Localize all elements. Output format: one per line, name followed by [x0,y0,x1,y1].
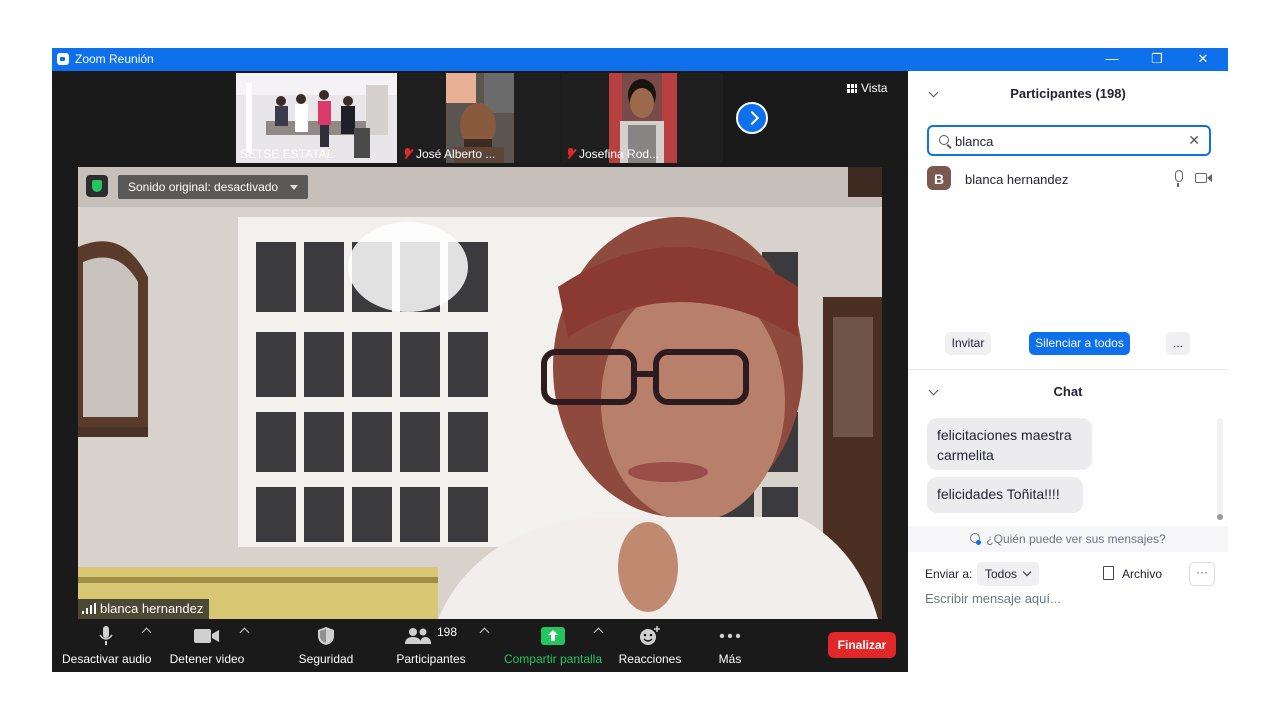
close-button[interactable]: ✕ [1180,48,1226,71]
side-panel: Participantes (198) ✕ B blanca hernandez… [908,71,1228,672]
mute-audio-button[interactable]: Desactivar audio [62,625,152,666]
title-bar: Zoom Reunión — ❐ ✕ [52,48,1228,71]
share-screen-icon [502,625,604,647]
stop-video-label: Detener video [169,652,245,666]
participant-row[interactable]: B blanca hernandez [927,166,1217,192]
thumbnail-tile[interactable]: José Alberto ... [399,73,560,163]
more-button[interactable]: Más [712,625,748,666]
chat-panel-title: Chat [1053,384,1083,399]
original-sound-label: Sonido original: desactivado [128,180,279,194]
participants-button[interactable]: 198 Participantes [392,625,470,666]
zoom-window: Zoom Reunión — ❐ ✕ SETSE ESTATAL José Al… [52,48,1228,672]
encryption-shield-icon[interactable] [86,175,108,197]
restore-button[interactable]: ❐ [1134,48,1180,71]
reactions-label: Reacciones [618,652,682,666]
window-title: Zoom Reunión [75,52,154,66]
thumbnail-name: SETSE ESTATAL [240,147,334,161]
thumbnail-name: Josefina Rod... [566,147,659,161]
mute-all-button[interactable]: Silenciar a todos [1029,332,1130,355]
chat-message: felicidades Toñita!!!! [927,477,1083,513]
stop-video-button[interactable]: Detener video [164,625,250,666]
grid-icon [847,84,857,93]
active-speaker-video: Sonido original: desactivado blanca hern… [78,167,882,619]
file-button[interactable]: Archivo [1103,562,1162,586]
participants-label: Participantes [396,652,466,666]
smiley-add-icon [618,625,682,647]
shield-icon [292,625,360,647]
microphone-icon [62,625,150,647]
muted-mic-icon [566,148,575,159]
security-label: Seguridad [298,652,354,666]
participants-icon: 198 [392,625,470,647]
participants-more-button[interactable]: ... [1166,332,1190,355]
signal-strength-icon [82,603,96,614]
chat-message: felicitaciones maestra carmelita [927,418,1092,470]
video-camera-icon [164,625,250,647]
security-button[interactable]: Seguridad [292,625,360,666]
share-screen-button[interactable]: Compartir pantalla [502,625,604,666]
file-icon [1103,566,1114,580]
reactions-button[interactable]: Reacciones [618,625,682,666]
avatar: B [927,166,951,190]
chat-scrollbar[interactable] [1217,418,1223,520]
participants-options-caret-icon[interactable] [479,627,490,638]
person-info-icon [970,533,982,545]
participants-search-input[interactable] [955,131,1175,151]
next-page-button[interactable] [736,102,768,134]
send-to-select[interactable]: Todos [977,562,1040,586]
view-label: Vista [861,81,888,95]
participants-panel-title: Participantes (198) [1010,86,1126,101]
share-screen-label: Compartir pantalla [503,652,603,666]
video-area: SETSE ESTATAL José Alberto ... Josefina … [52,71,908,672]
send-to-label: Enviar a: [925,567,973,581]
send-to-row: Enviar a: Todos Archivo ··· [925,562,1215,586]
who-can-see-bar[interactable]: ¿Quién puede ver sus mensajes? [908,526,1228,552]
zoom-app-icon [57,53,69,65]
end-meeting-button[interactable]: Finalizar [828,632,896,658]
minimize-button[interactable]: — [1089,48,1135,71]
view-button[interactable]: Vista [847,81,887,95]
meeting-toolbar: Desactivar audio Detener video Seguridad [52,619,908,672]
invite-button[interactable]: Invitar [945,332,991,355]
participants-search-box[interactable]: ✕ [927,125,1211,156]
chat-message-input[interactable]: Escribir mensaje aquí... [925,591,1205,606]
speaker-name-label: blanca hernandez [78,599,210,619]
mute-audio-label: Desactivar audio [62,652,152,666]
chat-more-button[interactable]: ··· [1189,562,1215,586]
caret-down-icon [290,185,299,190]
thumbnail-name: José Alberto ... [403,147,495,161]
thumbnail-tile[interactable]: SETSE ESTATAL [236,73,397,163]
panel-divider [908,369,1228,370]
search-icon [939,135,949,145]
participant-name: blanca hernandez [965,172,1069,187]
speaker-video-frame [78,167,882,619]
muted-mic-icon [403,148,412,159]
video-camera-icon[interactable] [1195,173,1212,183]
thumbnail-tile[interactable]: Josefina Rod... [562,73,723,163]
participants-count: 198 [436,625,458,639]
more-label: Más [718,652,742,666]
clear-search-icon[interactable]: ✕ [1188,132,1200,149]
more-dots-icon [712,625,748,647]
original-sound-dropdown[interactable]: Sonido original: desactivado [118,175,309,199]
microphone-icon[interactable] [1175,170,1183,187]
